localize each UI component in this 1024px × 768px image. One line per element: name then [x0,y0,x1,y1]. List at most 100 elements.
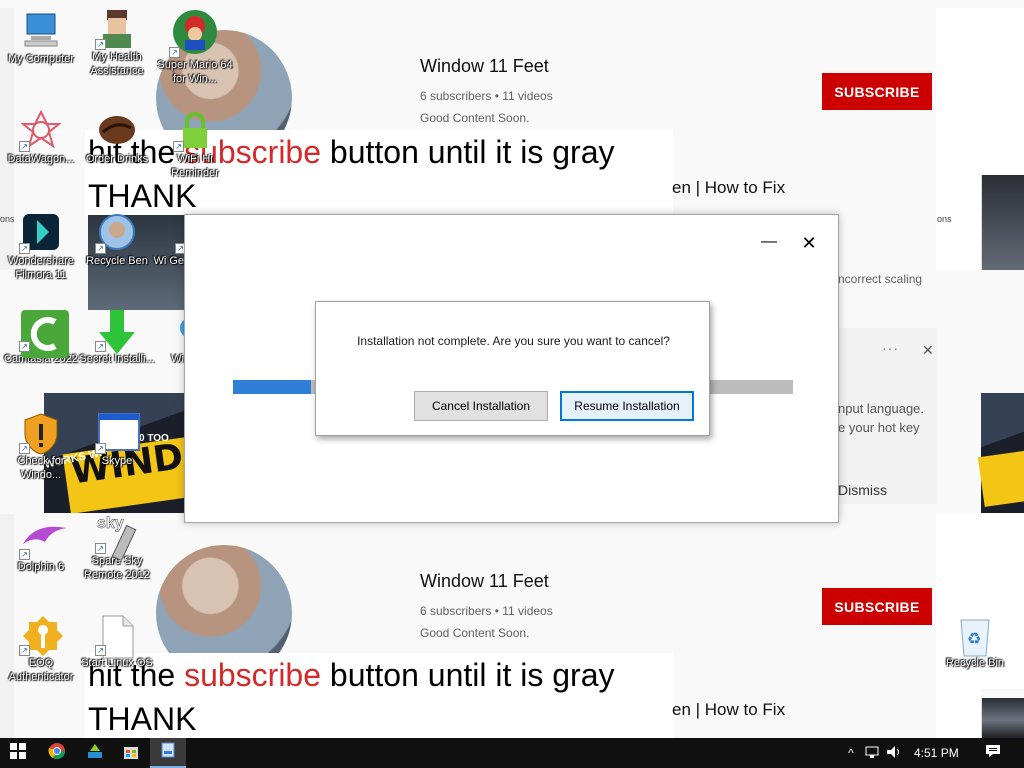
clock[interactable]: 4:51 PM [914,746,964,760]
dolphin-icon: ↗ [19,518,67,560]
progress-fill [233,380,312,394]
desktop-icon-my-health-assistance[interactable]: ↗ My Health Assistance [76,8,158,78]
desktop-icon-spare-sky-remote[interactable]: sky ↗ Spare Sky Remote 2012 [76,512,158,582]
desktop-icon-super-mario[interactable]: ↗ Super Mario 64 for Win... [154,8,236,86]
app-icon [86,742,104,765]
desktop-icon-label: Dolphin 6 [17,561,65,573]
channel-name: Window 11 Feet [420,571,549,591]
desktop-icon-label: My Computer [7,53,75,65]
recycle-ben-icon: ↗ [95,212,137,254]
banner-text-red: subscribe [184,657,322,693]
video-thumbnail-right[interactable] [977,393,1024,513]
desktop-icon-filmora[interactable]: ↗ Wondershare Filmora 11 [0,212,82,282]
video-title-fragment[interactable]: en | How to Fix [672,700,785,720]
desktop-icon-partial-2[interactable]: Wi [134,310,184,366]
download-arrow-icon: ↗ [95,310,137,354]
input-language-text: nput language. [838,401,925,416]
taskbar: ^ 4:51 PM [0,738,1024,768]
filmora-icon: ↗ [19,212,61,254]
channel-description: Good Content Soon. [420,626,530,640]
right-column-edge [981,8,1024,183]
minimize-button[interactable]: — [759,233,779,251]
windows-start-icon [10,742,26,764]
video-title-fragment[interactable]: en | How to Fix [672,178,785,198]
desktop-icon-start-linux[interactable]: ↗ Start Linux OS [76,614,158,670]
wifi-lock-icon: ↗ [173,110,215,152]
taskbar-app[interactable] [78,738,112,768]
taskbar-installer-active[interactable] [150,738,186,768]
installer-app-icon [159,741,177,764]
datawagon-icon: ↗ [19,109,62,152]
partial-icon [166,310,184,350]
right-column [936,8,981,270]
taskbar-store[interactable] [114,738,148,768]
coffee-bean-icon [97,110,137,150]
desktop-icon-label: EOQ Authenticator [8,657,74,683]
store-icon [122,742,140,765]
desktop-icon-label: Recycle Bin [945,657,1005,669]
channel-name: Window 11 Feet [420,56,549,76]
right-thumbnail [981,698,1024,738]
dismiss-link[interactable]: Dismiss [838,482,887,498]
camtasia-icon: ↗ [19,310,69,358]
notifications-button[interactable] [976,738,1010,768]
desktop-icon-label: WiFi Hi Reminder [171,153,219,179]
more-options-icon[interactable]: ··· [882,340,899,356]
file-icon: ↗ [95,614,137,659]
shield-warning-icon: ↗ [19,412,61,455]
channel-description: Good Content Soon. [420,111,530,125]
desktop-icon-partial-1[interactable]: ↗ Wi Ge [134,212,184,268]
system-tray: ^ 4:51 PM [842,738,964,768]
desktop-icon-skype[interactable]: ↗ Skype [76,412,158,468]
desktop-icon-wifi-reminder[interactable]: ↗ WiFi Hi Reminder [154,110,236,180]
desktop-icon-dolphin[interactable]: ↗ Dolphin 6 [0,518,82,574]
remote-icon: sky ↗ [95,512,137,562]
network-icon[interactable] [864,745,886,762]
desktop-icon-label: Wondershare Filmora 11 [8,255,74,281]
desktop-icon-order-drinks[interactable]: Order Drinks [76,110,158,166]
desktop-icon-label: My Health Assistance [90,51,144,77]
key-icon: ↗ [19,614,63,656]
start-button[interactable] [0,738,36,768]
close-button[interactable]: ✕ [799,233,819,254]
banner-text-post: button until it is gray [321,657,615,693]
desktop-icon-label: Check for Windo... [17,455,65,481]
volume-icon[interactable] [886,745,908,762]
avatar-icon: ↗ [95,8,137,50]
banner-line-2: THANK [88,178,197,214]
mario-icon: ↗ [169,8,219,58]
subscribe-button[interactable]: SUBSCRIBE [822,73,932,110]
desktop-icon-label: Super Mario 64 for Win... [157,59,233,85]
desktop: Window 11 Feet 6 subscribers • 11 videos… [0,0,1024,768]
subscribe-button[interactable]: SUBSCRIBE [822,588,932,625]
banner-text-post: button until it is gray [321,134,615,170]
channel-stats: 6 subscribers • 11 videos [420,604,553,618]
banner-line-2: THANK [88,701,197,737]
desktop-icon-label: Wi [171,353,184,365]
hot-key-text: e your hot key [838,420,920,435]
desktop-icon-check-windows[interactable]: ↗ Check for Windo... [0,412,82,482]
confirm-message: Installation not complete. Are you sure … [357,334,670,348]
incorrect-scaling-text: ncorrect scaling [838,272,923,286]
desktop-icon-label: Wi Ge [153,255,184,267]
cancel-installation-button[interactable]: Cancel Installation [414,391,548,421]
resume-installation-button[interactable]: Resume Installation [560,391,694,421]
channel-stats: 6 subscribers • 11 videos [420,89,553,103]
desktop-icon-camtasia[interactable]: ↗ Camtasia 2022 [0,310,82,366]
desktop-icon-label: Skype [101,455,133,467]
panel-close-icon[interactable]: ✕ [922,342,934,359]
desktop-icon-datawagon[interactable]: ↗ DataWagon... [0,109,82,166]
chevron-up-icon[interactable]: ^ [842,746,860,760]
window-icon: ↗ [95,412,140,454]
chrome-icon [48,742,66,765]
taskbar-chrome[interactable] [40,738,74,768]
desktop-icon-recycle-bin[interactable]: ♻ Recycle Bin [934,614,1016,670]
recycle-bin-icon: ♻ [955,614,995,657]
desktop-icon-eoq-authenticator[interactable]: ↗ EOQ Authenticator [0,614,82,684]
ons-fragment-right: ons [937,214,952,224]
cancel-confirm-dialog: Installation not complete. Are you sure … [315,301,710,436]
computer-icon [21,10,61,50]
desktop-icon-my-computer[interactable]: My Computer [0,10,82,66]
partial-icon: ↗ [166,212,184,254]
desktop-icon-label: DataWagon... [7,153,75,165]
